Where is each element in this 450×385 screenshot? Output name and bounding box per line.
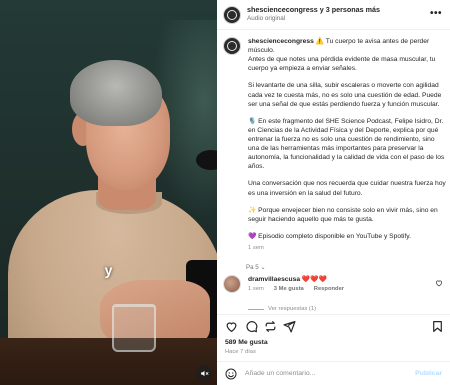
warning-emoji: ⚠️	[315, 38, 324, 45]
caption-avatar[interactable]	[223, 37, 241, 55]
comment: dramvillaescusa ❤️❤️❤️ 1 sem 3 Me gusta …	[223, 275, 447, 293]
audio-label[interactable]: Audio original	[247, 15, 380, 23]
caption-para-6: 💜 Episodio completo disponible en YouTub…	[248, 232, 411, 240]
post-date[interactable]: Hace 7 días	[225, 349, 256, 355]
comment-likes[interactable]: 3 Me gusta	[274, 286, 304, 292]
comment-icon[interactable]	[245, 320, 258, 333]
repost-icon[interactable]	[264, 320, 277, 333]
replies-line	[248, 308, 264, 310]
video-caption: y	[104, 262, 113, 278]
view-replies[interactable]: Ver respuestas (1)	[248, 306, 316, 312]
author-avatar[interactable]	[223, 5, 241, 24]
caption-para-5: ✨ Porque envejecer bien no consiste solo…	[248, 206, 438, 223]
emoji-icon[interactable]	[225, 368, 237, 380]
table	[0, 338, 217, 385]
action-bar	[217, 314, 450, 338]
caption-username[interactable]: shesciencecongress	[248, 38, 314, 45]
header-author: shesciencecongress y 3 personas más	[247, 6, 380, 15]
caption-avatar-logo	[227, 41, 237, 51]
comment-text: dramvillaescusa ❤️❤️❤️	[248, 275, 447, 283]
translation-toggle[interactable]: Pa 5 ⌄	[246, 264, 266, 271]
caption-para-2: Si levantarte de una silla, subir escale…	[248, 82, 442, 108]
header-username[interactable]: shesciencecongress	[247, 5, 318, 15]
speaker-muted-icon	[200, 370, 209, 376]
mute-button[interactable]	[196, 365, 212, 381]
video-player[interactable]: y	[0, 0, 217, 385]
caption-para-3: 🎙️ En este fragmento del SHE Science Pod…	[248, 117, 445, 171]
caption-para-4: Una conversación que nos recuerda que cu…	[248, 180, 446, 197]
commenter-username[interactable]: dramvillaescusa	[248, 276, 300, 283]
water-glass	[112, 304, 156, 352]
likes-count[interactable]: 589 Me gusta	[225, 339, 268, 346]
heart-icon[interactable]	[435, 279, 443, 287]
caption-para-1-rest: Antes de que notes una pérdida evidente …	[248, 56, 436, 73]
comment-input[interactable]	[245, 370, 410, 377]
comment-content: ❤️❤️❤️	[301, 276, 327, 283]
comment-composer: Publicar	[217, 361, 450, 385]
comment-meta: 1 sem 3 Me gusta Responder	[248, 286, 447, 292]
share-icon[interactable]	[283, 320, 296, 333]
heart-icon[interactable]	[225, 320, 238, 333]
post-header: shesciencecongress y 3 personas más Audi…	[217, 0, 450, 30]
bookmark-icon[interactable]	[431, 320, 444, 333]
reply-button[interactable]: Responder	[314, 286, 344, 292]
header-collab[interactable]: y 3 personas más	[318, 5, 380, 15]
author-logo	[227, 9, 237, 20]
caption-para-1: shesciencecongress ⚠️ Tu cuerpo te avisa…	[248, 37, 447, 73]
commenter-avatar[interactable]	[223, 275, 241, 293]
caption-body: shesciencecongress ⚠️ Tu cuerpo te avisa…	[248, 37, 447, 253]
ellipsis-icon[interactable]: •••	[430, 8, 442, 19]
caption-time: 1 sem	[248, 244, 264, 251]
post-caption: shesciencecongress ⚠️ Tu cuerpo te avisa…	[223, 37, 447, 253]
comment-time: 1 sem	[248, 286, 264, 292]
header-text: shesciencecongress y 3 personas más Audi…	[247, 6, 380, 22]
publish-button[interactable]: Publicar	[415, 370, 442, 377]
person-hair	[70, 60, 162, 126]
post-panel: shesciencecongress y 3 personas más Audi…	[217, 0, 450, 385]
view-replies-label: Ver respuestas (1)	[268, 306, 317, 312]
